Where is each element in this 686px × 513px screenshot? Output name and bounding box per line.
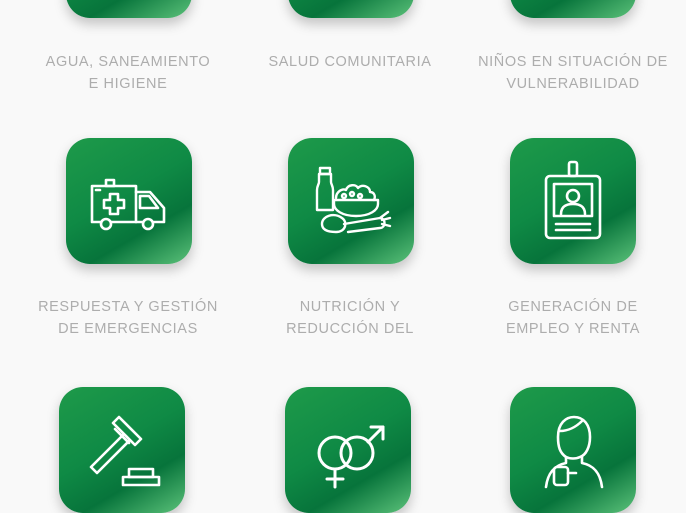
gender-icon: [317, 425, 385, 489]
person-icon: [544, 415, 604, 489]
food-icon: [315, 166, 392, 234]
ambulance-icon: [90, 178, 166, 231]
category-label-empleo[interactable]: GENERACIÓN DE EMPLEO Y RENTA: [468, 296, 678, 340]
category-tile-ninos[interactable]: [510, 0, 636, 18]
category-label-nutricion[interactable]: NUTRICIÓN Y REDUCCIÓN DEL: [245, 296, 455, 340]
category-tile-justicia[interactable]: [59, 387, 185, 513]
id-badge-icon: [544, 160, 602, 240]
category-tile-persona[interactable]: [510, 387, 636, 513]
category-tile-emergencias[interactable]: [66, 138, 192, 264]
category-label-ninos[interactable]: NIÑOS EN SITUACIÓN DE VULNERABILIDAD: [468, 51, 678, 95]
category-tile-agua[interactable]: [66, 0, 192, 18]
category-label-salud[interactable]: SALUD COMUNITARIA: [245, 51, 455, 73]
category-tile-empleo[interactable]: [510, 138, 636, 264]
gavel-icon: [89, 415, 161, 487]
category-label-agua[interactable]: AGUA, SANEAMIENTO E HIGIENE: [23, 51, 233, 95]
category-label-emergencias[interactable]: RESPUESTA Y GESTIÓN DE EMERGENCIAS: [23, 296, 233, 340]
category-tile-salud[interactable]: [288, 0, 414, 18]
category-tile-nutricion[interactable]: [288, 138, 414, 264]
category-tile-genero[interactable]: [285, 387, 411, 513]
